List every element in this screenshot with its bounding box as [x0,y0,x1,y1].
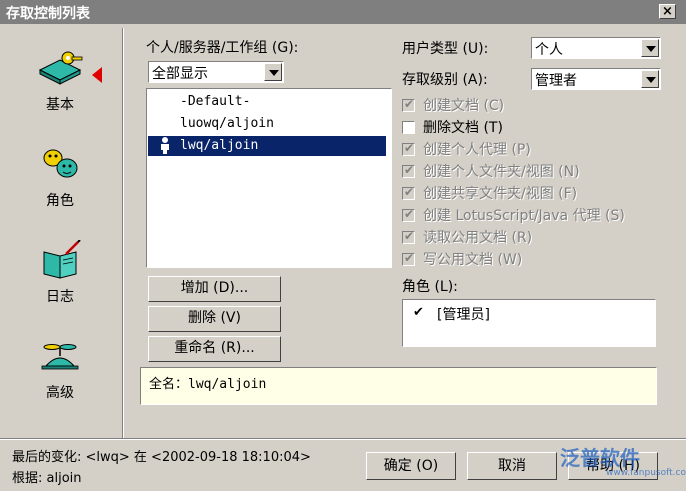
chevron-down-icon[interactable] [264,63,282,81]
last-change-text: 最后的变化: <lwq> 在 <2002-09-18 18:10:04> [12,450,311,465]
permission-label: 创建个人代理 (P) [423,142,531,158]
nav-label: 基本 [46,97,74,113]
close-button[interactable]: × [659,4,676,19]
checkbox-box: ✔ [402,163,415,178]
checkmark-icon: ✔ [404,251,415,265]
checkbox-box: ✔ [402,229,415,244]
checkmark-icon: ✔ [404,229,415,243]
nav-label: 角色 [46,193,74,209]
roles-label: 角色 (L): [402,279,458,295]
full-name-box: 全名：lwq/aljoin [140,367,657,405]
watermark-url: www.fanpusoft.com [606,468,686,478]
checkbox-box: ✔ [402,97,415,112]
checkbox-box: ✔ [402,141,415,156]
permission-label: 创建共享文件夹/视图 (F) [423,186,578,202]
chevron-down-icon[interactable] [641,39,659,57]
checkmark-icon: ✔ [404,97,415,111]
filter-value: 全部显示 [152,66,208,82]
roles-icon [36,144,84,184]
nav-label: 日志 [46,289,74,305]
watermark-logo: 泛普软件 [560,446,640,470]
permission-label: 创建文档 (C) [423,98,505,114]
checkmark-icon: ✔ [404,163,415,177]
keys-icon [36,48,84,88]
list-item[interactable]: luowq/aljoin [148,114,386,134]
nav-divider [122,28,124,438]
permission-label: 删除文档 (T) [423,120,503,136]
checkbox-box: ✔ [402,185,415,200]
remove-button[interactable]: 删除 (V) [148,306,281,332]
list-item-label: lwq/aljoin [180,138,259,153]
status-divider [0,438,686,440]
nav-item-advanced[interactable]: 高级 [4,336,116,402]
user-type-dropdown[interactable]: 个人 [531,37,661,59]
role-name[interactable]: [管理员] [437,304,490,324]
selected-arrow-icon [92,67,102,83]
nav-label: 高级 [46,385,74,401]
checkbox-box: ✔ [402,251,415,266]
chevron-down-icon[interactable] [641,70,659,88]
roles-list[interactable]: ✔ [管理员] [402,299,656,347]
people-label: 个人/服务器/工作组 (G): [146,40,299,56]
window-title: 存取控制列表 [6,6,90,22]
filter-dropdown[interactable]: 全部显示 [148,61,284,83]
add-button[interactable]: 增加 (D)... [148,276,281,302]
person-icon [160,136,170,161]
checkbox-box: ✔ [402,207,415,222]
rename-button[interactable]: 重命名 (R)... [148,336,281,362]
permission-label: 读取公用文档 (R) [423,230,533,246]
full-name-text: 全名：lwq/aljoin [149,377,267,392]
checkbox-box[interactable] [402,121,415,134]
permission-label: 写公用文档 (W) [423,252,523,268]
list-item-selected[interactable]: lwq/aljoin [148,136,386,156]
list-item[interactable]: -Default- [148,92,386,112]
title-bar [0,0,686,24]
checkmark-icon: ✔ [404,185,415,199]
permission-label: 创建个人文件夹/视图 (N) [423,164,580,180]
cancel-button[interactable]: 取消 [467,452,557,480]
permission-label: 创建 LotusScript/Java 代理 (S) [423,208,625,224]
access-level-dropdown[interactable]: 管理者 [531,68,661,90]
ok-button[interactable]: 确定 (O) [366,452,456,480]
access-level-label: 存取级别 (A): [402,72,488,88]
checkmark-icon: ✔ [404,141,415,155]
nav-item-roles[interactable]: 角色 [4,144,116,210]
based-on-text: 根据: aljoin [12,471,82,486]
section-nav: 基本 角色 日志 高级 [4,28,122,438]
user-type-label: 用户类型 (U): [402,41,489,57]
people-list[interactable]: -Default- luowq/aljoin lwq/aljoin [146,88,392,268]
user-type-value: 个人 [535,42,563,58]
access-level-value: 管理者 [535,73,577,89]
propeller-hat-icon [36,336,84,376]
checkmark-icon: ✔ [404,207,415,221]
nav-item-log[interactable]: 日志 [4,239,116,306]
role-check-icon: ✔ [413,305,424,320]
log-book-icon [36,239,84,280]
